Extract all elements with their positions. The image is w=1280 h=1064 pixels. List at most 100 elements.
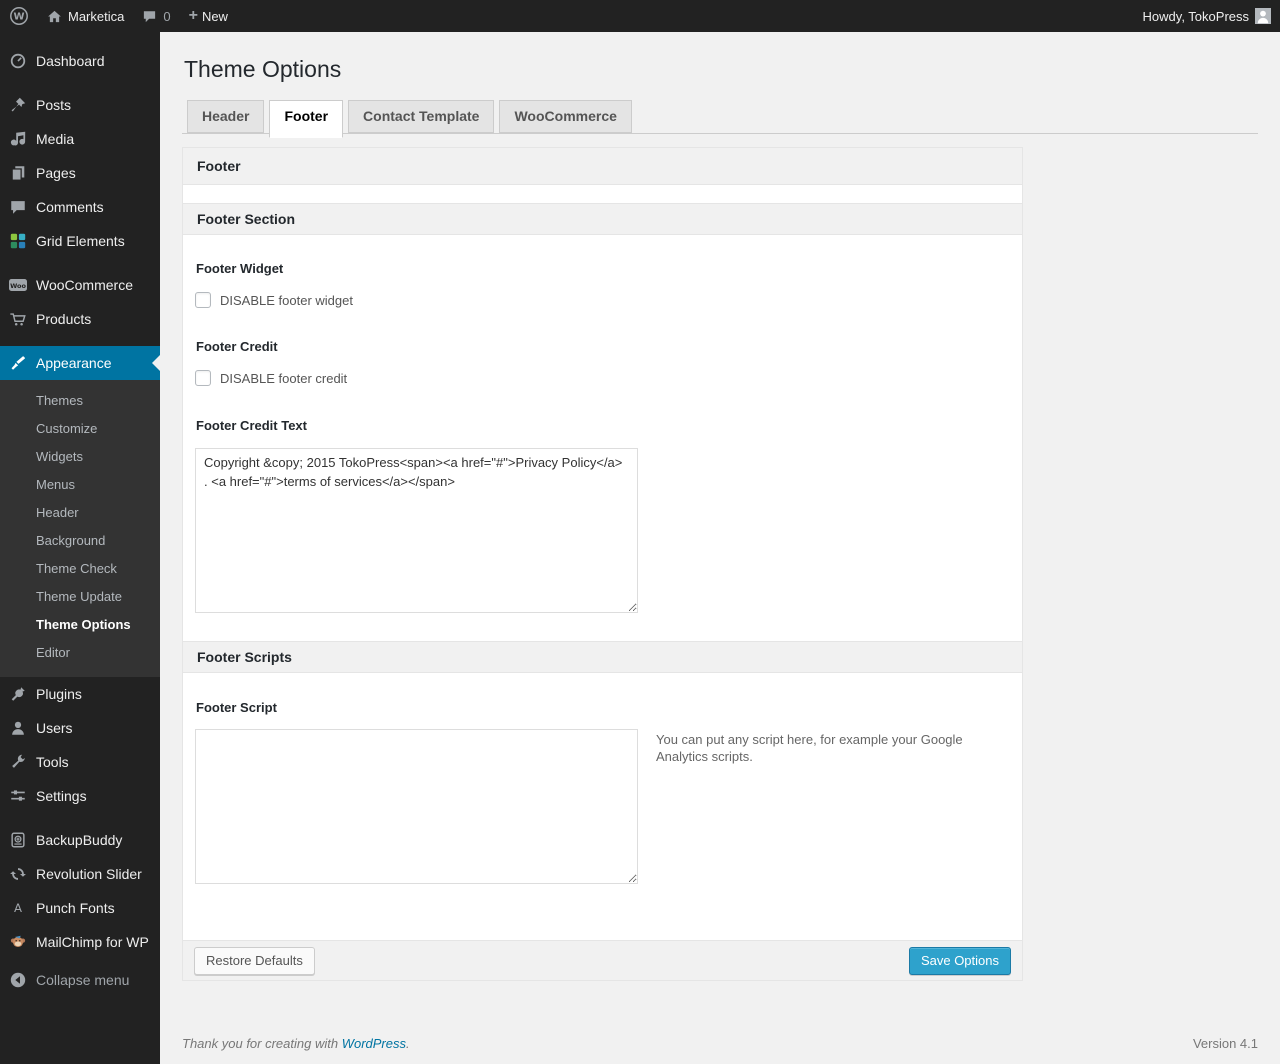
site-name-menu[interactable]: Marketica [38,0,133,32]
appearance-submenu: Themes Customize Widgets Menus Header Ba… [0,380,160,677]
sidebar-item-appearance[interactable]: Appearance [0,346,160,380]
tab-woocommerce[interactable]: WooCommerce [499,100,632,133]
disable-footer-credit-checkbox[interactable] [195,370,211,386]
wordpress-logo-icon: W [9,6,29,26]
comments-menu[interactable]: 0 [133,0,179,32]
sidebar-item-label: Dashboard [36,53,105,69]
sidebar-item-label: Grid Elements [36,233,125,249]
restore-defaults-button[interactable]: Restore Defaults [194,946,315,975]
punch-fonts-icon: A [8,898,28,918]
comment-bubble-icon [142,9,157,24]
save-options-button[interactable]: Save Options [908,946,1011,975]
sidebar-item-dashboard[interactable]: Dashboard [0,44,160,78]
admin-bar-right: Howdy, TokoPress [1134,0,1280,32]
submenu-item-themes[interactable]: Themes [0,387,160,415]
cart-icon [8,309,28,329]
tab-footer[interactable]: Footer [269,100,344,138]
wp-logo-menu[interactable]: W [0,0,38,32]
panel-title: Footer [183,148,1022,185]
page-title: Theme Options [184,56,342,82]
footer-credit-text-label: Footer Credit Text [196,418,307,433]
sidebar-item-revolution-slider[interactable]: Revolution Slider [0,857,160,891]
disable-footer-widget-checkbox[interactable] [195,292,211,308]
appearance-icon [8,353,28,373]
panel-spacer [183,185,1022,203]
sidebar-item-label: WooCommerce [36,277,133,293]
pages-icon [8,163,28,183]
sidebar-item-label: Posts [36,97,72,113]
woocommerce-icon: Woo [8,275,28,295]
footer-section-header: Footer Section [183,203,1022,235]
sidebar-item-plugins[interactable]: Plugins [0,677,160,711]
plus-icon: + [188,7,198,24]
sidebar-item-settings[interactable]: Settings [0,779,160,813]
howdy-label: Howdy, TokoPress [1142,8,1249,24]
sidebar-item-grid-elements[interactable]: Grid Elements [0,224,160,258]
submenu-item-theme-options[interactable]: Theme Options [0,611,160,639]
footer-options-panel: Footer Footer Section Footer Widget DISA… [182,147,1023,981]
submenu-item-background[interactable]: Background [0,527,160,555]
sidebar-item-posts[interactable]: Posts [0,88,160,122]
sidebar-item-label: Appearance [36,355,112,371]
sidebar-item-label: Tools [36,754,69,770]
new-label: New [201,8,228,24]
theme-options-tabs: Header Footer Contact Template WooCommerce [182,98,1258,138]
sidebar-item-label: BackupBuddy [36,832,123,848]
revolution-slider-icon [8,864,28,884]
admin-bar: W Marketica 0 + New Howdy, TokoPress [0,0,1280,32]
sidebar-item-backupbuddy[interactable]: BackupBuddy [0,823,160,857]
footer-widget-checkbox-row: DISABLE footer widget [195,292,1010,308]
sidebar-item-media[interactable]: Media [0,122,160,156]
submenu-item-menus[interactable]: Menus [0,471,160,499]
site-name-label: Marketica [68,8,125,24]
svg-text:A: A [14,901,22,915]
sidebar-item-label: Comments [36,199,104,215]
users-icon [8,718,28,738]
tools-icon [8,752,28,772]
wordpress-link[interactable]: WordPress [342,1036,406,1051]
footer-credit-text-textarea[interactable]: Copyright &copy; 2015 TokoPress<span><a … [195,448,638,613]
main-content: Theme Options Header Footer Contact Templa… [160,32,1280,1064]
grid-elements-icon [8,231,28,251]
account-menu[interactable]: Howdy, TokoPress [1134,0,1280,32]
sidebar-item-tools[interactable]: Tools [0,745,160,779]
footer-script-label: Footer Script [196,700,277,715]
sidebar-item-woocommerce[interactable]: Woo WooCommerce [0,268,160,302]
new-content-menu[interactable]: + New [180,0,237,32]
footer-script-textarea[interactable] [195,729,638,884]
plugin-icon [8,684,28,704]
comment-count: 0 [163,8,171,24]
avatar [1255,8,1271,24]
sidebar-item-mailchimp[interactable]: MailChimp for WP [0,925,160,959]
svg-text:Woo: Woo [10,282,26,290]
footer-scripts-fields: Footer Script You can put any script her… [183,700,1022,940]
sidebar-item-products[interactable]: Products [0,302,160,336]
sidebar-item-punch-fonts[interactable]: A Punch Fonts [0,891,160,925]
admin-bar-left: W Marketica 0 + New [0,0,237,32]
submenu-item-theme-check[interactable]: Theme Check [0,555,160,583]
sidebar-item-label: Pages [36,165,76,181]
version-text: Version 4.1 [1192,1036,1258,1051]
sidebar-item-label: Media [36,131,75,147]
admin-sidebar: Dashboard Posts Media Pages Comments Gri… [0,32,160,1064]
sidebar-item-label: Punch Fonts [36,900,115,916]
sidebar-item-label: Users [36,720,73,736]
footer-credit-label: Footer Credit [196,339,278,354]
sidebar-item-collapse-menu[interactable]: Collapse menu [0,963,160,997]
sidebar-item-comments[interactable]: Comments [0,190,160,224]
submenu-item-widgets[interactable]: Widgets [0,443,160,471]
submenu-item-header[interactable]: Header [0,499,160,527]
footer-script-helper-text: You can put any script here, for example… [656,732,963,764]
disable-footer-credit-label: DISABLE footer credit [220,370,348,386]
tab-contact-template[interactable]: Contact Template [348,100,495,133]
sidebar-item-label: Settings [36,788,87,804]
sidebar-item-users[interactable]: Users [0,711,160,745]
submenu-item-theme-update[interactable]: Theme Update [0,583,160,611]
admin-footer: Thank you for creating with WordPress. V… [182,1036,1258,1051]
sidebar-item-label: Revolution Slider [36,866,142,882]
submenu-item-customize[interactable]: Customize [0,415,160,443]
sidebar-item-pages[interactable]: Pages [0,156,160,190]
tab-header[interactable]: Header [187,100,265,133]
disable-footer-widget-label: DISABLE footer widget [220,292,353,308]
submenu-item-editor[interactable]: Editor [0,639,160,667]
